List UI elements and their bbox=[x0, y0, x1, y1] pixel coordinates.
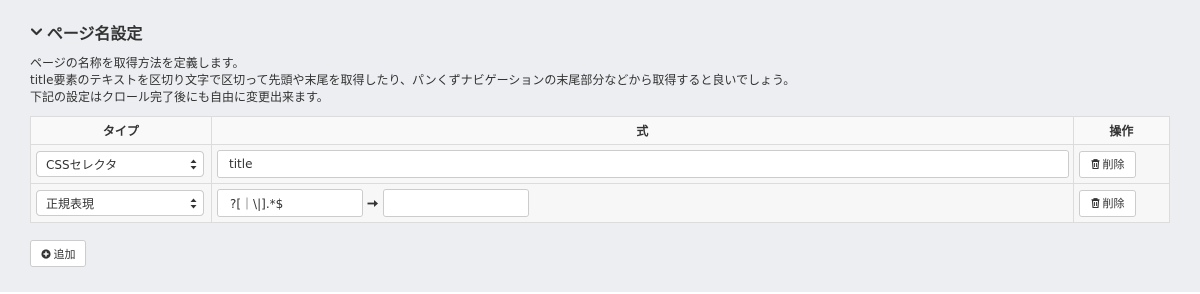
type-select[interactable]: 正規表現 bbox=[36, 190, 204, 216]
section-header[interactable]: ページ名設定 bbox=[30, 20, 143, 44]
delete-button[interactable]: 削除 bbox=[1079, 189, 1136, 217]
delete-button[interactable]: 削除 bbox=[1079, 150, 1136, 178]
rules-table: タイプ 式 操作 CSSセレクタ title 削除 正規表現 ?[｜\|].*$… bbox=[30, 116, 1170, 223]
description-line: title要素のテキストを区切り文字で区切って先頭や末尾を取得したり、パンくずナ… bbox=[30, 73, 796, 87]
description: ページの名称を取得方法を定義します。 title要素のテキストを区切り文字で区切… bbox=[30, 55, 795, 106]
trash-icon bbox=[1091, 198, 1099, 208]
add-button[interactable]: 追加 bbox=[30, 240, 86, 267]
header-type: タイプ bbox=[30, 116, 212, 145]
select-arrows-icon bbox=[190, 198, 197, 209]
section-title: ページ名設定 bbox=[47, 24, 143, 43]
type-select-value: 正規表現 bbox=[46, 196, 95, 211]
replacement-input[interactable] bbox=[383, 189, 529, 217]
add-button-label: 追加 bbox=[53, 247, 76, 261]
type-select-value: CSSセレクタ bbox=[46, 157, 118, 172]
chevron-down-icon[interactable] bbox=[30, 26, 42, 38]
delete-button-label: 削除 bbox=[1102, 197, 1125, 210]
header-expression: 式 bbox=[211, 116, 1074, 145]
page-name-settings-panel: ページ名設定 ページの名称を取得方法を定義します。 title要素のテキストを区… bbox=[0, 0, 1200, 294]
table-header-row: タイプ 式 操作 bbox=[30, 116, 1170, 145]
select-arrows-icon bbox=[190, 159, 197, 170]
type-select[interactable]: CSSセレクタ bbox=[36, 151, 204, 177]
arrow-right-icon bbox=[363, 199, 383, 208]
description-line: ページの名称を取得方法を定義します。 bbox=[30, 56, 245, 70]
regex-row: ?[｜\|].*$ bbox=[217, 189, 1073, 217]
header-operation: 操作 bbox=[1073, 116, 1170, 145]
delete-button-label: 削除 bbox=[1102, 158, 1125, 171]
pattern-input[interactable]: ?[｜\|].*$ bbox=[217, 189, 363, 217]
expression-input[interactable]: title bbox=[217, 150, 1069, 178]
trash-icon bbox=[1091, 159, 1099, 169]
table-row: 正規表現 ?[｜\|].*$ 削除 bbox=[30, 183, 1170, 223]
plus-circle-icon bbox=[40, 248, 51, 259]
table-row: CSSセレクタ title 削除 bbox=[30, 144, 1170, 184]
description-line: 下記の設定はクロール完了後にも自由に変更出来ます。 bbox=[30, 90, 329, 104]
